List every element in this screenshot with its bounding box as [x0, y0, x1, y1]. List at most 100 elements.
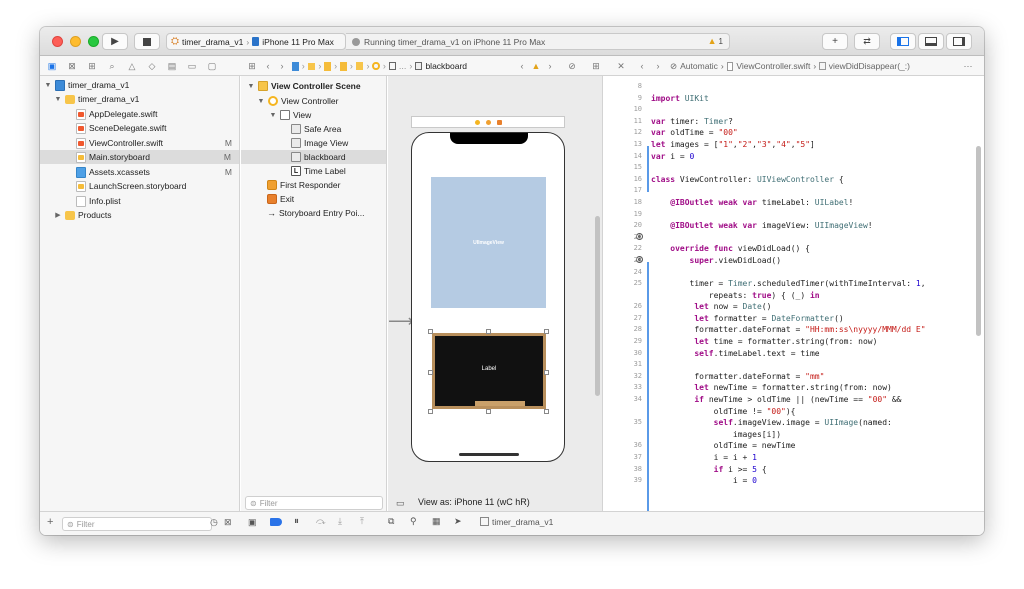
code-line[interactable]: 35 self.imageView.image = UIImage(named: — [604, 418, 984, 430]
code-line[interactable]: 22 override func viewDidLoad() { — [604, 244, 984, 256]
canvas-scrollbar[interactable] — [595, 216, 600, 396]
image-view[interactable]: UIImageView — [431, 177, 546, 308]
code-line[interactable]: 12 var oldTime = "00" — [604, 128, 984, 140]
run-button[interactable]: ▶ — [102, 33, 128, 50]
code-line[interactable]: 21 — [604, 233, 984, 245]
code-line[interactable]: 23 super.viewDidLoad() — [604, 256, 984, 268]
code-line[interactable]: 32 formatter.dateFormat = "mm" — [604, 372, 984, 384]
outline-entry-point[interactable]: → Storyboard Entry Poi... — [267, 206, 365, 220]
code-line[interactable]: 38 if i >= 5 { — [604, 465, 984, 477]
editor-scrollbar[interactable] — [976, 146, 981, 336]
symbol-navigator-icon[interactable]: ⊞ — [86, 60, 98, 72]
code-line[interactable]: 20 @IBOutlet weak var imageView: UIImage… — [604, 221, 984, 233]
step-out-icon[interactable]: ⤒ — [360, 516, 364, 527]
outline-first-responder[interactable]: First Responder — [267, 178, 340, 192]
editor-options-icon[interactable]: ⋯ — [962, 60, 974, 72]
source-code[interactable]: 8 9 import UIKit 10 11 var timer: Timer? 12 var… — [604, 82, 984, 488]
code-line[interactable]: 13 let images = ["1","2","3","4","5"] — [604, 140, 984, 152]
storyboard-breadcrumb[interactable]: › › › › › › ... › blackboard — [292, 60, 467, 72]
debug-target-label[interactable]: timer_drama_v1 — [492, 517, 553, 527]
scene-dock[interactable] — [411, 116, 565, 128]
resize-handle[interactable] — [428, 329, 433, 334]
tree-item-viewcontroller[interactable]: ViewController.swift M — [76, 136, 240, 150]
blackboard-image[interactable]: Label — [432, 333, 546, 409]
outline-scene[interactable]: ▼ View Controller Scene — [247, 79, 361, 93]
time-label[interactable]: Label — [435, 366, 543, 372]
code-line[interactable]: 36 oldTime = newTime — [604, 441, 984, 453]
resize-handle[interactable] — [544, 329, 549, 334]
debug-view-hierarchy-icon[interactable]: ⧉ — [388, 516, 394, 527]
tree-item-launchscreen[interactable]: LaunchScreen.storyboard — [76, 179, 186, 193]
code-line[interactable]: 33 let newTime = formatter.string(from: … — [604, 383, 984, 395]
code-line[interactable]: 24 — [604, 268, 984, 280]
outline-blackboard[interactable]: blackboard — [241, 150, 386, 164]
zoom-window-button[interactable] — [88, 36, 99, 47]
view-as-label[interactable]: View as: iPhone 11 (wC hR) — [418, 497, 530, 507]
find-icon[interactable]: ⌕ — [106, 60, 118, 72]
previous-issue-icon[interactable]: ‹ — [516, 60, 528, 72]
code-line[interactable]: 29 let time = formatter.string(from: now… — [604, 337, 984, 349]
code-line[interactable]: 28 formatter.dateFormat = "HH:mm:ss\nyyy… — [604, 325, 984, 337]
code-line[interactable]: 15 — [604, 163, 984, 175]
outline-view-controller[interactable]: ▼ View Controller — [257, 94, 338, 108]
disclosure-expanded-icon[interactable]: ▼ — [257, 98, 265, 105]
test-icon[interactable]: ◇ — [146, 60, 158, 72]
resize-handle[interactable] — [428, 409, 433, 414]
close-window-button[interactable] — [52, 36, 63, 47]
code-line[interactable]: 17 — [604, 186, 984, 198]
forward-arrow-icon[interactable]: › — [652, 60, 664, 72]
code-line[interactable]: oldTime != "00"){ — [604, 407, 984, 419]
scheme-selector[interactable]: ⛭ timer_drama_v1 › iPhone 11 Pro Max — [166, 33, 346, 50]
code-line[interactable]: 16 class ViewController: UIViewController… — [604, 175, 984, 187]
toggle-debug-area-button[interactable] — [918, 33, 944, 50]
tree-item-products[interactable]: ▶ Products — [54, 208, 111, 222]
disclosure-expanded-icon[interactable]: ▼ — [54, 96, 62, 103]
stop-button[interactable] — [134, 33, 160, 50]
code-line[interactable]: 34 if newTime > oldTime || (newTime == "… — [604, 395, 984, 407]
back-arrow-icon[interactable]: ‹ — [636, 60, 648, 72]
debug-icon[interactable]: ▤ — [166, 60, 178, 72]
code-review-button[interactable]: ⇄ — [854, 33, 880, 50]
code-line[interactable]: 30 self.timeLabel.text = time — [604, 349, 984, 361]
code-line[interactable]: 37 i = i + 1 — [604, 453, 984, 465]
library-button[interactable]: + — [822, 33, 848, 50]
tree-item-main-storyboard[interactable]: Main.storyboard M — [40, 150, 239, 164]
forward-arrow-icon[interactable]: › — [276, 60, 288, 72]
tree-item-infoplist[interactable]: Info.plist — [76, 194, 121, 208]
tree-item-group[interactable]: ▼ timer_drama_v1 — [54, 92, 140, 106]
minimize-window-button[interactable] — [70, 36, 81, 47]
close-editor-icon[interactable]: ✕ — [615, 60, 627, 72]
code-line[interactable]: images[i]) — [604, 430, 984, 442]
environment-overrides-icon[interactable]: ▦ — [432, 516, 441, 527]
resize-handle[interactable] — [428, 370, 433, 375]
simulate-location-icon[interactable]: ➤ — [454, 516, 462, 527]
add-file-icon[interactable]: + — [47, 516, 53, 528]
outline-filter-field[interactable]: ⊜ Filter — [245, 496, 383, 510]
outline-safe-area[interactable]: Safe Area — [291, 122, 341, 136]
resize-handle[interactable] — [486, 329, 491, 334]
view-controller-dock-icon[interactable] — [474, 119, 480, 125]
disclosure-expanded-icon[interactable]: ▼ — [269, 112, 277, 119]
folder-icon[interactable]: ▣ — [46, 60, 58, 72]
code-line[interactable]: 14 var i = 0 — [604, 152, 984, 164]
pause-icon[interactable]: ⏸ — [294, 516, 299, 527]
exit-dock-icon[interactable] — [496, 119, 502, 125]
code-line[interactable]: 9 import UIKit — [604, 94, 984, 106]
source-control-filter-icon[interactable]: ⊠ — [224, 517, 232, 528]
disclosure-expanded-icon[interactable]: ▼ — [44, 82, 52, 89]
breakpoint-icon[interactable]: ▭ — [186, 60, 198, 72]
next-issue-icon[interactable]: › — [544, 60, 556, 72]
code-line[interactable]: 26 let now = Date() — [604, 302, 984, 314]
editor-breadcrumb[interactable]: ⊘ Automatic › ViewController.swift › vie… — [670, 60, 910, 72]
toggle-inspector-button[interactable] — [946, 33, 972, 50]
add-editor-icon[interactable]: ⊞ — [590, 60, 602, 72]
code-line[interactable]: 31 — [604, 360, 984, 372]
resize-handle[interactable] — [544, 370, 549, 375]
code-line[interactable]: 19 — [604, 210, 984, 222]
tree-item-scenedelegate[interactable]: SceneDelegate.swift — [76, 121, 167, 135]
scheme-device-label[interactable]: iPhone 11 Pro Max — [262, 37, 334, 47]
tree-item-project[interactable]: ▼ timer_drama_v1 — [44, 78, 129, 92]
outline-image-view[interactable]: Image View — [291, 136, 348, 150]
source-control-icon[interactable]: ⊠ — [66, 60, 78, 72]
disclosure-expanded-icon[interactable]: ▼ — [247, 83, 255, 90]
